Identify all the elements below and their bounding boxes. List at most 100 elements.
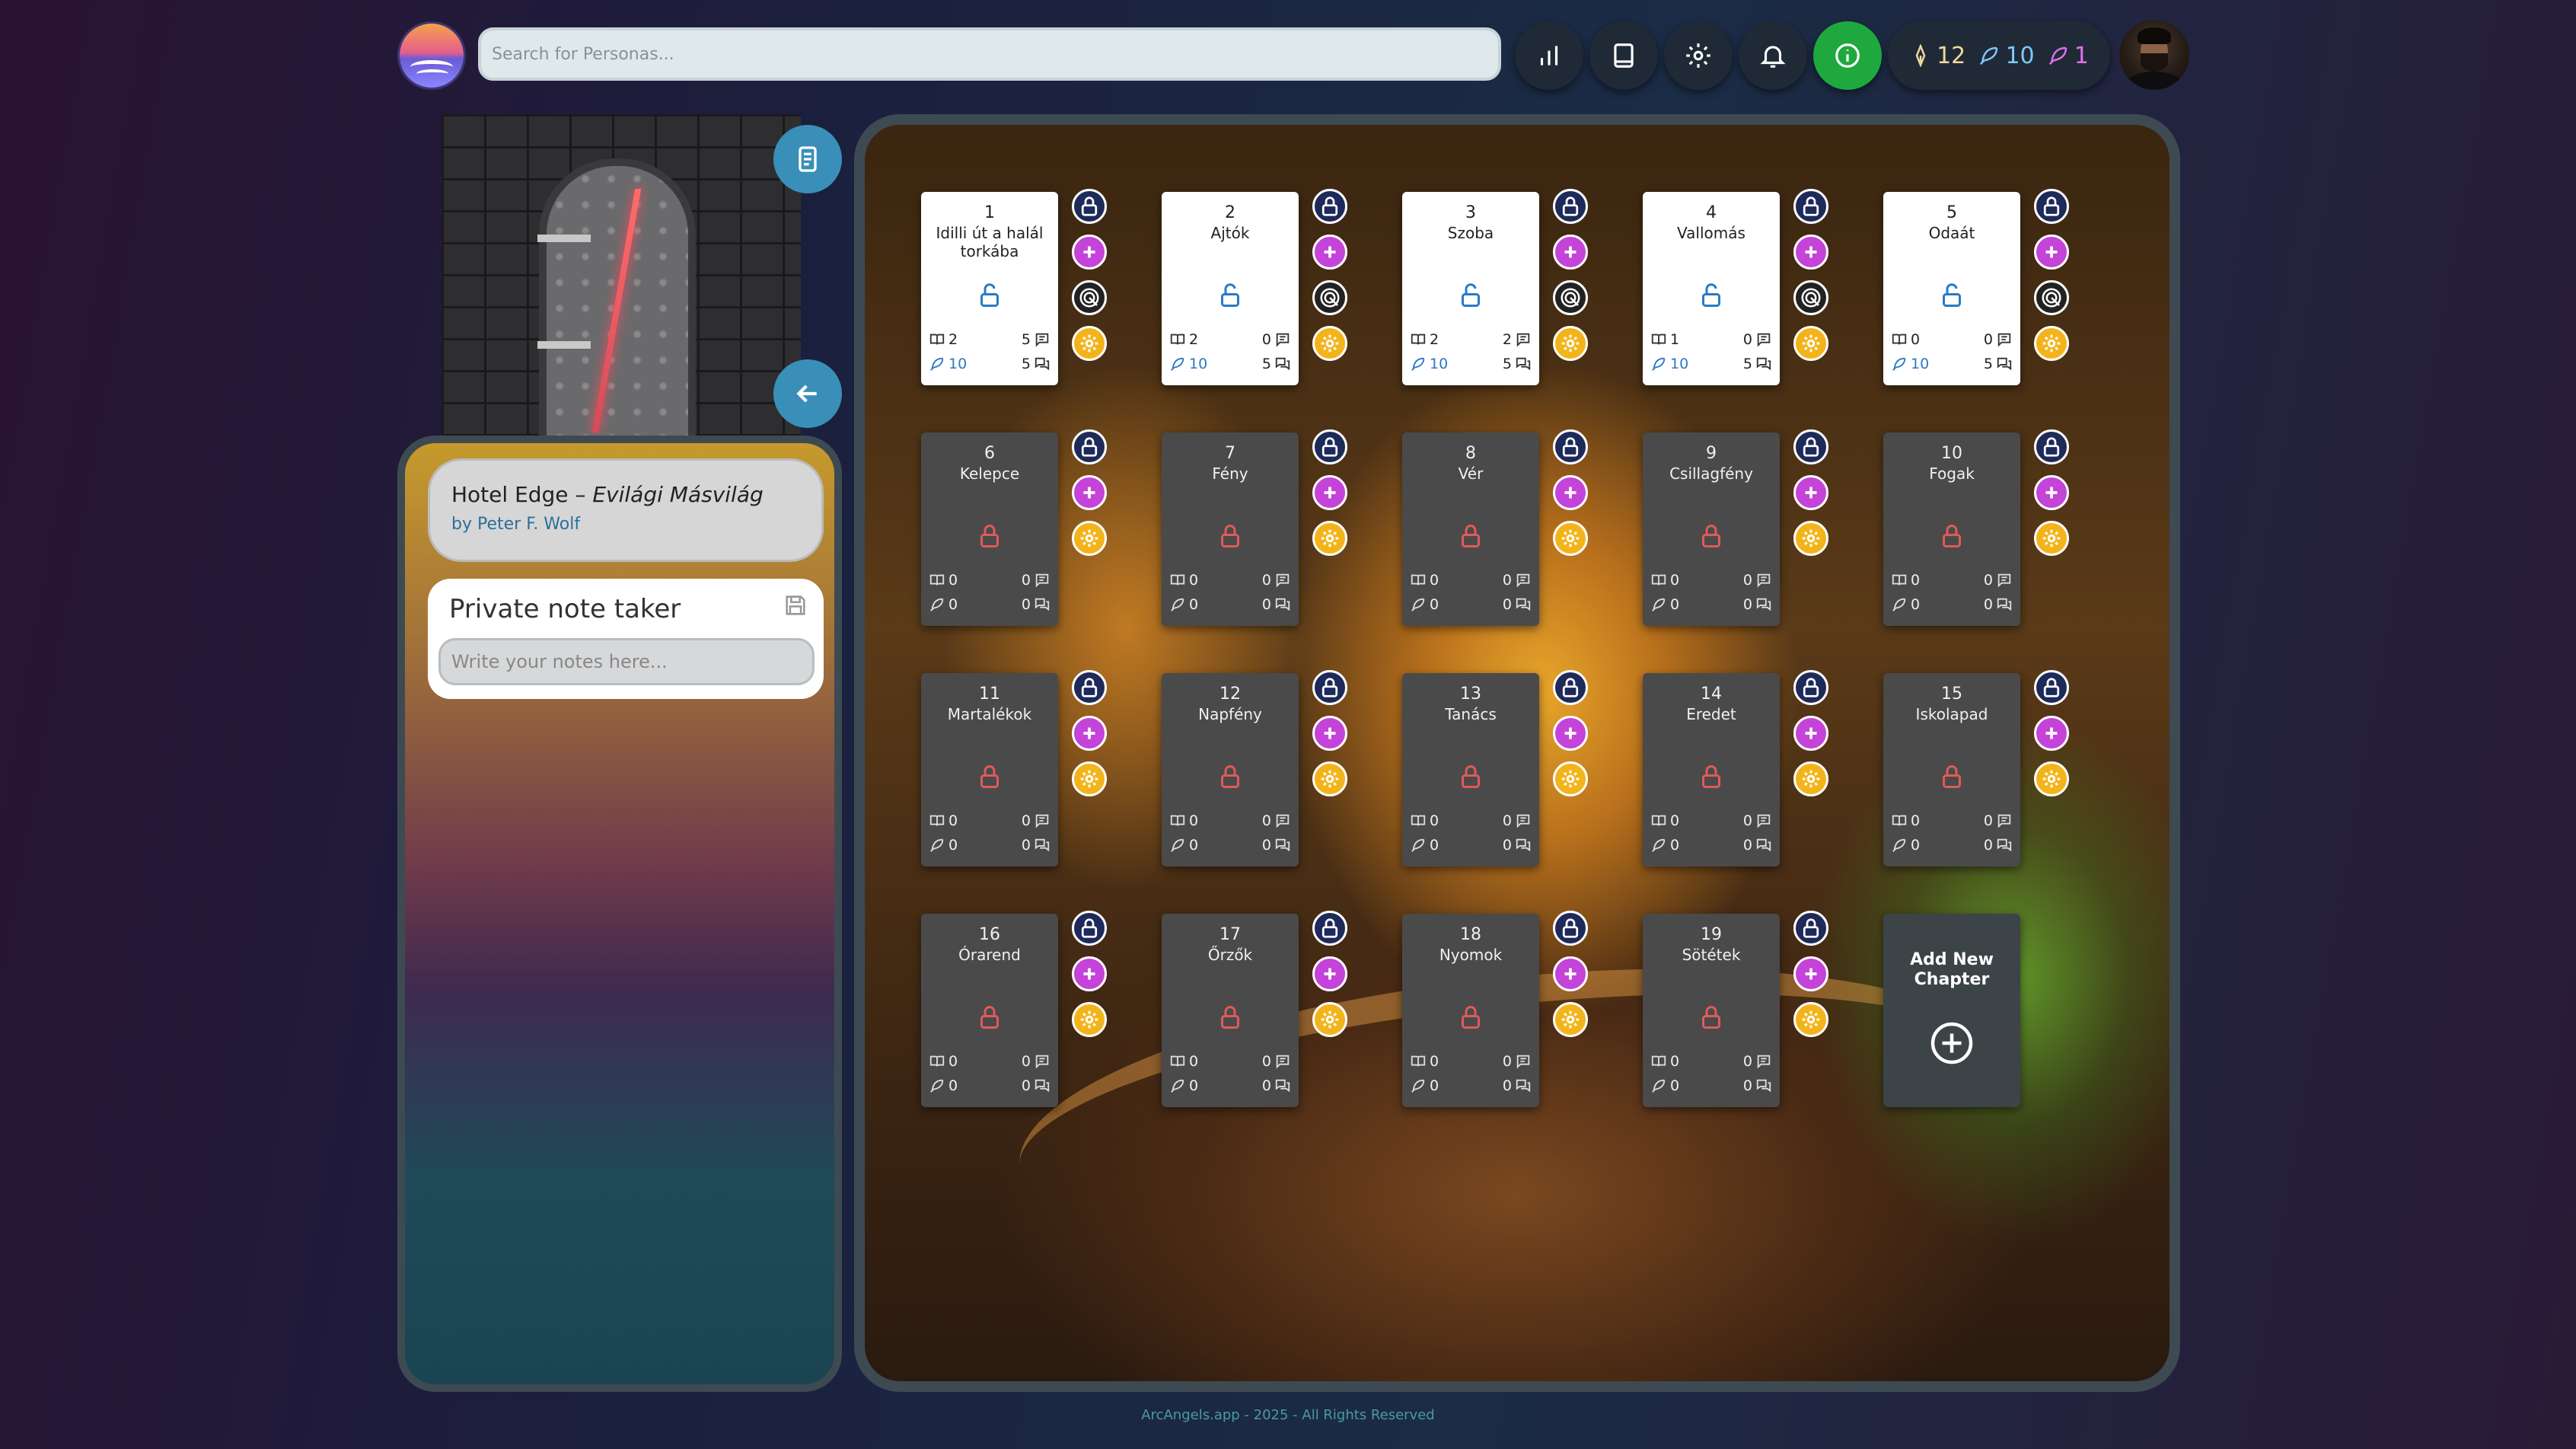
- chapter-card[interactable]: 8 Vér 0 0 0 0: [1402, 432, 1539, 626]
- chapter-card[interactable]: 1 Idilli út a halál torkába 2 5 10 5: [921, 192, 1058, 385]
- chapter-settings-button[interactable]: [1553, 761, 1588, 796]
- chapter-card[interactable]: 14 Eredet 0 0 0 0: [1643, 673, 1780, 867]
- chapter-settings-button[interactable]: [1072, 1002, 1107, 1037]
- settings-button[interactable]: [1664, 21, 1733, 90]
- chapter-settings-button[interactable]: [1312, 521, 1347, 556]
- chapter-card[interactable]: 11 Martalékok 0 0 0 0: [921, 673, 1058, 867]
- chapter-add-button[interactable]: [1072, 716, 1107, 751]
- add-new-chapter-button[interactable]: Add New Chapter: [1883, 914, 2020, 1107]
- chapter-settings-button[interactable]: [1553, 1002, 1588, 1037]
- chapter-settings-button[interactable]: [1553, 521, 1588, 556]
- chapter-lock-button[interactable]: [1553, 429, 1588, 464]
- app-logo-icon[interactable]: [397, 21, 466, 90]
- chapter-lock-button[interactable]: [1312, 189, 1347, 224]
- chapter-target-button[interactable]: [1072, 280, 1107, 315]
- chapter-card[interactable]: 19 Sötétek 0 0 0 0: [1643, 914, 1780, 1107]
- chapter-card[interactable]: 6 Kelepce 0 0 0 0: [921, 432, 1058, 626]
- chapter-add-button[interactable]: [1793, 475, 1828, 510]
- chapter-target-button[interactable]: [1312, 280, 1347, 315]
- chapter-card[interactable]: 9 Csillagfény 0 0 0 0: [1643, 432, 1780, 626]
- chapter-settings-button[interactable]: [2034, 521, 2069, 556]
- chapter-lock-button[interactable]: [1072, 670, 1107, 705]
- chapter-card[interactable]: 4 Vallomás 1 0 10 5: [1643, 192, 1780, 385]
- chapter-add-button[interactable]: [1312, 235, 1347, 270]
- note-taker-card: Private note taker: [428, 579, 824, 699]
- chapter-card[interactable]: 17 Őrzők 0 0 0 0: [1162, 914, 1299, 1107]
- chapter-add-button[interactable]: [1553, 716, 1588, 751]
- chapter-settings-button[interactable]: [1312, 326, 1347, 361]
- chapter-target-button[interactable]: [1793, 280, 1828, 315]
- notifications-button[interactable]: [1739, 21, 1807, 90]
- chapter-settings-button[interactable]: [1553, 326, 1588, 361]
- chapter-add-button[interactable]: [1312, 716, 1347, 751]
- chapter-lock-button[interactable]: [1553, 911, 1588, 946]
- book-details-button[interactable]: [773, 125, 842, 193]
- notes-input[interactable]: [438, 638, 815, 685]
- chapter-add-button[interactable]: [1553, 956, 1588, 991]
- chapter-lock-button[interactable]: [1312, 911, 1347, 946]
- chapter-card[interactable]: 16 Órarend 0 0 0 0: [921, 914, 1058, 1107]
- chapter-add-button[interactable]: [1072, 475, 1107, 510]
- chapter-add-button[interactable]: [1072, 956, 1107, 991]
- chapter-card[interactable]: 2 Ajtók 2 0 10 5: [1162, 192, 1299, 385]
- chapter-title: Sötétek: [1682, 946, 1741, 964]
- chapter-add-button[interactable]: [1553, 475, 1588, 510]
- avatar[interactable]: [2119, 20, 2189, 90]
- chapter-settings-button[interactable]: [1072, 326, 1107, 361]
- chapter-card[interactable]: 7 Fény 0 0 0 0: [1162, 432, 1299, 626]
- chapter-settings-button[interactable]: [1793, 761, 1828, 796]
- chapter-target-button[interactable]: [2034, 280, 2069, 315]
- chapter-settings-button[interactable]: [2034, 326, 2069, 361]
- chapter-settings-button[interactable]: [1312, 761, 1347, 796]
- chapter-lock-button[interactable]: [1072, 911, 1107, 946]
- chapter-card[interactable]: 12 Napfény 0 0 0 0: [1162, 673, 1299, 867]
- chapter-lock-button[interactable]: [1312, 670, 1347, 705]
- save-icon[interactable]: [783, 592, 808, 618]
- chapter-lock-button[interactable]: [1072, 189, 1107, 224]
- chapter-card[interactable]: 3 Szoba 2 2 10 5: [1402, 192, 1539, 385]
- chapter-settings-button[interactable]: [1793, 326, 1828, 361]
- chapter-lock-button[interactable]: [1553, 670, 1588, 705]
- add-new-chapter-label: Add New Chapter: [1883, 950, 2020, 990]
- chapter-settings-button[interactable]: [2034, 761, 2069, 796]
- chapter-add-button[interactable]: [1793, 716, 1828, 751]
- back-button[interactable]: [773, 359, 842, 428]
- chapter-lock-button[interactable]: [1312, 429, 1347, 464]
- chapter-card[interactable]: 15 Iskolapad 0 0 0 0: [1883, 673, 2020, 867]
- chapter-add-button[interactable]: [1793, 235, 1828, 270]
- chapter-target-button[interactable]: [1553, 280, 1588, 315]
- token-counters[interactable]: 12 10 1: [1888, 21, 2110, 90]
- message-icon: [1516, 573, 1530, 588]
- chapter-settings-button[interactable]: [1312, 1002, 1347, 1037]
- chapter-settings-button[interactable]: [1072, 761, 1107, 796]
- chapter-settings-button[interactable]: [1793, 521, 1828, 556]
- chapter-lock-button[interactable]: [2034, 429, 2069, 464]
- stats-button[interactable]: [1515, 21, 1583, 90]
- chapter-card[interactable]: 13 Tanács 0 0 0 0: [1402, 673, 1539, 867]
- chapter-add-button[interactable]: [1793, 956, 1828, 991]
- chapter-add-button[interactable]: [1312, 475, 1347, 510]
- chapter-lock-button[interactable]: [1793, 189, 1828, 224]
- library-button[interactable]: [1589, 21, 1658, 90]
- chapter-card[interactable]: 10 Fogak 0 0 0 0: [1883, 432, 2020, 626]
- info-button[interactable]: [1813, 21, 1882, 90]
- chapter-lock-button[interactable]: [1072, 429, 1107, 464]
- chapter-add-button[interactable]: [1312, 956, 1347, 991]
- chapter-lock-button[interactable]: [2034, 670, 2069, 705]
- search-input[interactable]: [478, 27, 1501, 81]
- chapter-lock-button[interactable]: [1793, 911, 1828, 946]
- chapter-card[interactable]: 5 Odaát 0 0 10 5: [1883, 192, 2020, 385]
- book-info-card[interactable]: Hotel Edge – Evilági Másvilág by Peter F…: [428, 458, 824, 562]
- chapter-lock-button[interactable]: [1553, 189, 1588, 224]
- chapter-add-button[interactable]: [1553, 235, 1588, 270]
- chapter-add-button[interactable]: [1072, 235, 1107, 270]
- chapter-add-button[interactable]: [2034, 475, 2069, 510]
- chapter-card[interactable]: 18 Nyomok 0 0 0 0: [1402, 914, 1539, 1107]
- chapter-add-button[interactable]: [2034, 716, 2069, 751]
- chapter-add-button[interactable]: [2034, 235, 2069, 270]
- chapter-lock-button[interactable]: [1793, 670, 1828, 705]
- chapter-lock-button[interactable]: [1793, 429, 1828, 464]
- chapter-settings-button[interactable]: [1072, 521, 1107, 556]
- chapter-lock-button[interactable]: [2034, 189, 2069, 224]
- chapter-settings-button[interactable]: [1793, 1002, 1828, 1037]
